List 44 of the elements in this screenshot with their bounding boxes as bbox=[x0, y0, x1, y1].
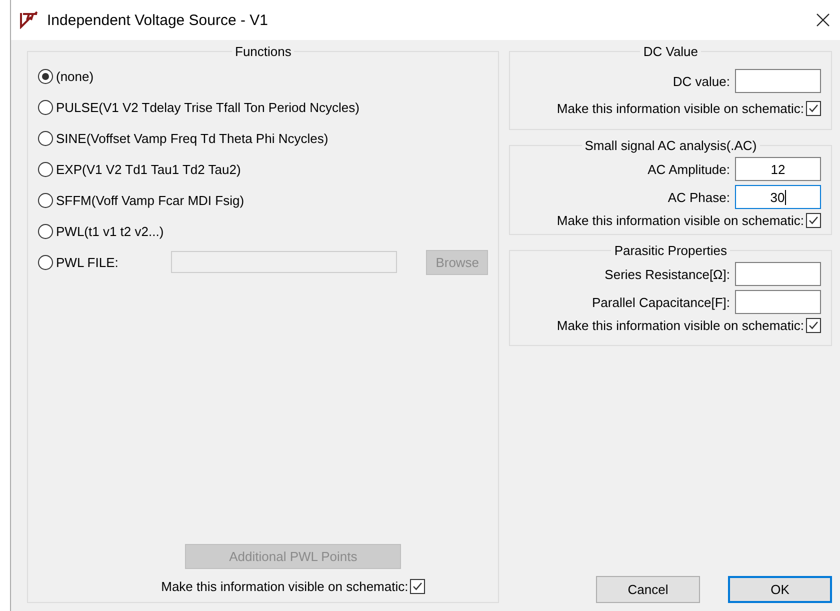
checkbox-label: Make this information visible on schematic: bbox=[161, 579, 408, 594]
input-field[interactable] bbox=[735, 69, 821, 93]
dialog-button[interactable]: OK bbox=[728, 576, 832, 603]
checkbox-label: Make this information visible on schematic: bbox=[556, 318, 804, 333]
checkbox[interactable] bbox=[410, 579, 426, 594]
checkbox[interactable] bbox=[806, 101, 821, 116]
field-label: AC Amplitude: bbox=[648, 162, 730, 176]
field-label: DC value: bbox=[672, 74, 730, 88]
logo-icon bbox=[19, 11, 39, 29]
radio-button[interactable] bbox=[38, 100, 53, 114]
input-field[interactable] bbox=[735, 290, 821, 314]
radio-button[interactable] bbox=[38, 68, 53, 84]
checkbox-label: Make this information visible on schematic: bbox=[556, 213, 804, 228]
file-path-field[interactable] bbox=[171, 251, 398, 273]
radio-label[interactable]: PULSE(V1 V2 Tdelay Trise Tfall Ton Period Ncycles) bbox=[56, 100, 360, 114]
radio-button[interactable] bbox=[38, 130, 53, 146]
radio-label[interactable]: (none) bbox=[56, 68, 94, 84]
field-label: Parallel Capacitance[F]: bbox=[592, 294, 730, 310]
window-title: Independent Voltage Source - V1 bbox=[47, 12, 270, 28]
checkmark-icon bbox=[412, 581, 424, 592]
radio-label[interactable]: EXP(V1 V2 Td1 Tau1 Td2 Tau2) bbox=[56, 162, 241, 176]
field-label: AC Phase: bbox=[668, 190, 730, 204]
radio-button[interactable] bbox=[38, 192, 53, 208]
group-title: Small signal AC analysis(.AC) bbox=[584, 138, 758, 153]
radio-button[interactable] bbox=[38, 224, 53, 238]
checkbox[interactable] bbox=[806, 213, 821, 228]
checkbox[interactable] bbox=[806, 318, 821, 333]
checkmark-icon bbox=[808, 215, 819, 226]
radio-label[interactable]: SFFM(Voff Vamp Fcar MDI Fsig) bbox=[56, 192, 244, 208]
group-title: Parasitic Properties bbox=[613, 243, 728, 258]
radio-button[interactable] bbox=[38, 162, 53, 176]
dialog-button[interactable]: Cancel bbox=[596, 576, 700, 603]
checkbox-label: Make this information visible on schematic: bbox=[556, 101, 804, 116]
close-icon[interactable] bbox=[816, 13, 830, 27]
checkmark-icon bbox=[808, 103, 819, 114]
checkmark-icon bbox=[808, 320, 819, 331]
group-title: Functions bbox=[234, 44, 292, 59]
input-field[interactable] bbox=[735, 262, 821, 286]
field-label: Series Resistance[Ω]: bbox=[604, 266, 730, 282]
radio-label[interactable]: SINE(Voffset Vamp Freq Td Theta Phi Ncycles) bbox=[56, 130, 328, 146]
group-title: DC Value bbox=[642, 44, 700, 59]
input-field[interactable]: 12 bbox=[735, 157, 821, 181]
radio-label[interactable]: PWL(t1 v1 t2 v2...) bbox=[56, 224, 164, 238]
input-field[interactable]: 30 bbox=[735, 185, 821, 209]
